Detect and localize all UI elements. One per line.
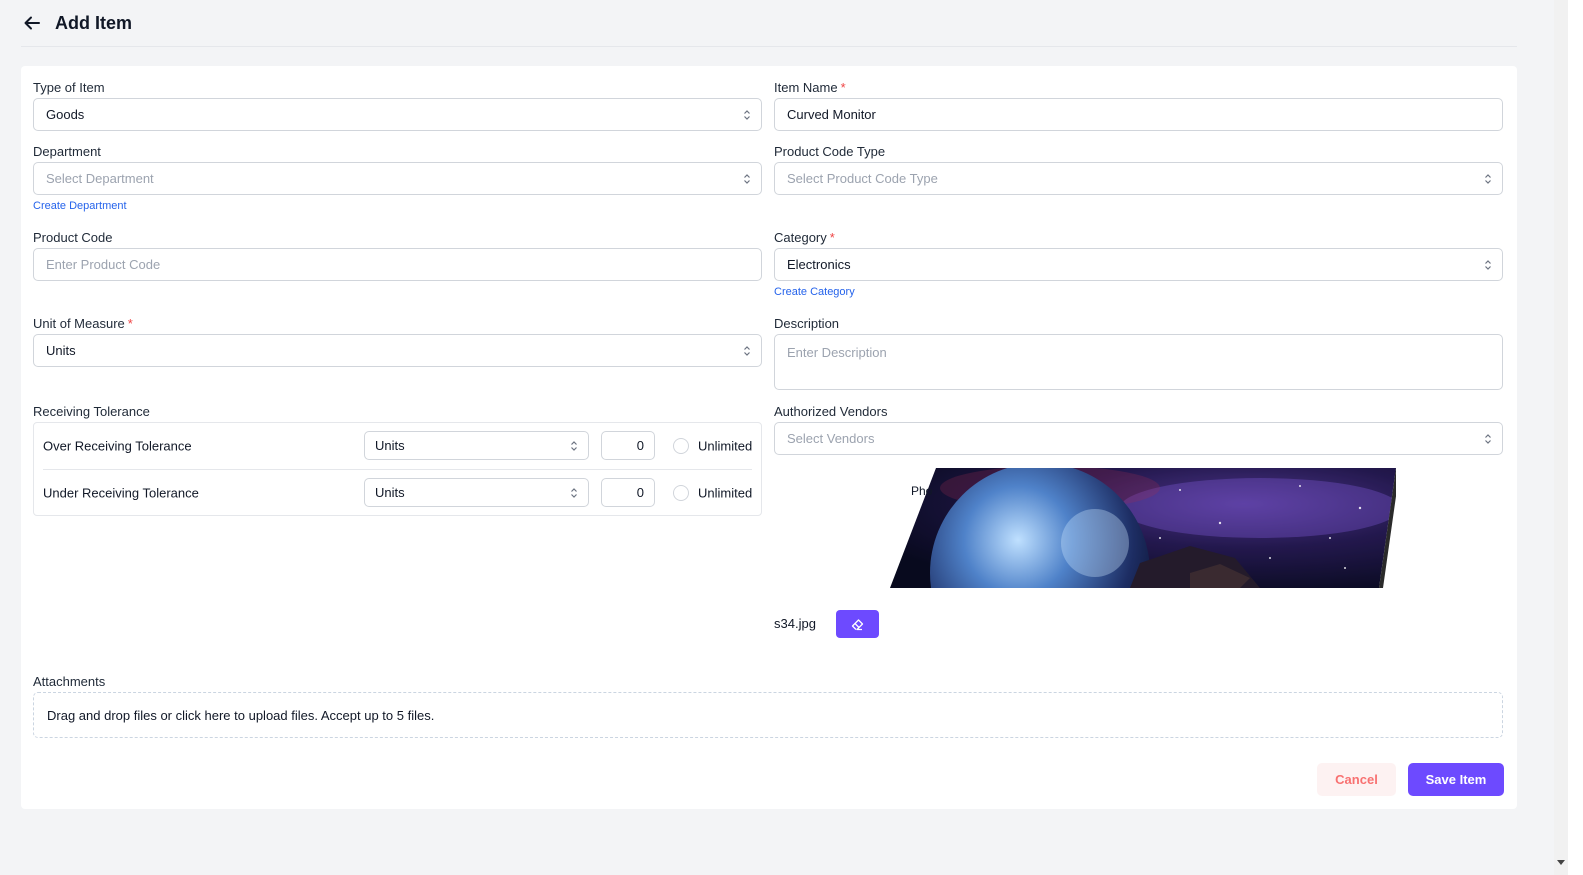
- tolerance-value-input[interactable]: 0: [601, 478, 655, 507]
- category-label: Category *: [774, 230, 835, 245]
- unlimited-label: Unlimited: [698, 485, 753, 501]
- chevron-updown-icon: [1485, 173, 1491, 184]
- description-label: Description: [774, 316, 840, 331]
- chevron-updown-icon: [744, 173, 750, 184]
- required-mark: *: [127, 316, 133, 331]
- authorized-vendors-placeholder: Select Vendors: [787, 431, 875, 446]
- unit-of-measure-label: Unit of Measure *: [33, 316, 133, 331]
- tolerance-unit-select[interactable]: Units: [364, 478, 589, 507]
- tolerance-value-input[interactable]: 0: [601, 431, 655, 460]
- under-receiving-tolerance-row: Under Receiving Tolerance Units 0 Unlimi…: [34, 470, 761, 516]
- vertical-scrollbar[interactable]: [1554, 0, 1568, 875]
- unlimited-checkbox[interactable]: [673, 485, 689, 501]
- description-textarea[interactable]: Enter Description: [774, 334, 1503, 390]
- required-mark: *: [829, 230, 835, 245]
- unit-of-measure-select[interactable]: Units: [33, 334, 762, 367]
- tolerance-unit-select[interactable]: Units: [364, 431, 589, 460]
- add-item-form: Type of Item Goods Item Name * Curved Mon…: [21, 66, 1517, 809]
- item-photo-preview: [890, 468, 1396, 588]
- product-code-placeholder: Enter Product Code: [46, 257, 161, 272]
- type-of-item-label: Type of Item: [33, 80, 105, 95]
- arrow-left-icon[interactable]: [21, 12, 43, 34]
- tolerance-name: Under Receiving Tolerance: [43, 485, 199, 501]
- item-name-input[interactable]: Curved Monitor: [774, 98, 1503, 131]
- unlimited-checkbox[interactable]: [673, 438, 689, 454]
- monitor-photo-image: [890, 468, 1396, 588]
- tolerance-name: Over Receiving Tolerance: [43, 438, 192, 454]
- chevron-updown-icon: [744, 109, 750, 120]
- create-category-link[interactable]: Create Category: [774, 286, 855, 298]
- photo-label: Pho: [911, 484, 933, 498]
- unlimited-label: Unlimited: [698, 438, 753, 454]
- required-mark: *: [840, 80, 846, 95]
- department-label: Department: [33, 144, 101, 159]
- chevron-updown-icon: [571, 440, 577, 451]
- product-code-type-label: Product Code Type: [774, 144, 886, 159]
- photo-file-name: s34.jpg: [774, 616, 816, 631]
- chevron-updown-icon: [571, 487, 577, 498]
- authorized-vendors-select[interactable]: Select Vendors: [774, 422, 1503, 455]
- item-name-value: Curved Monitor: [787, 107, 876, 122]
- category-value: Electronics: [787, 257, 851, 272]
- unit-of-measure-value: Units: [46, 343, 76, 358]
- product-code-type-select[interactable]: Select Product Code Type: [774, 162, 1503, 195]
- remove-photo-button[interactable]: [836, 610, 879, 638]
- page-title: Add Item: [55, 12, 133, 33]
- scroll-down-arrow-icon[interactable]: [1557, 860, 1565, 865]
- chevron-updown-icon: [744, 345, 750, 356]
- over-receiving-tolerance-row: Over Receiving Tolerance Units 0 Unlimit…: [34, 423, 761, 470]
- receiving-tolerance-box: Over Receiving Tolerance Units 0 Unlimit…: [33, 422, 762, 516]
- cancel-button[interactable]: Cancel: [1317, 763, 1396, 796]
- product-code-type-placeholder: Select Product Code Type: [787, 171, 938, 186]
- category-select[interactable]: Electronics: [774, 248, 1503, 281]
- tolerance-unit-value: Units: [375, 438, 405, 453]
- product-code-input[interactable]: Enter Product Code: [33, 248, 762, 281]
- create-department-link[interactable]: Create Department: [33, 200, 127, 212]
- page-header: Add Item: [21, 0, 1517, 47]
- window-edge: [1568, 0, 1583, 875]
- chevron-updown-icon: [1485, 433, 1491, 444]
- receiving-tolerance-label: Receiving Tolerance: [33, 404, 150, 419]
- dropzone-text: Drag and drop files or click here to upl…: [47, 707, 435, 723]
- attachments-label: Attachments: [33, 674, 106, 689]
- eraser-icon: [851, 618, 864, 630]
- type-of-item-value: Goods: [46, 107, 85, 122]
- tolerance-unit-value: Units: [375, 485, 405, 500]
- description-placeholder: Enter Description: [787, 345, 887, 360]
- department-select[interactable]: Select Department: [33, 162, 762, 195]
- authorized-vendors-label: Authorized Vendors: [774, 404, 888, 419]
- product-code-label: Product Code: [33, 230, 113, 245]
- item-name-label: Item Name *: [774, 80, 846, 95]
- type-of-item-select[interactable]: Goods: [33, 98, 762, 131]
- attachments-dropzone[interactable]: Drag and drop files or click here to upl…: [33, 692, 1503, 738]
- save-item-button[interactable]: Save Item: [1408, 763, 1504, 796]
- chevron-updown-icon: [1485, 259, 1491, 270]
- department-placeholder: Select Department: [46, 171, 154, 186]
